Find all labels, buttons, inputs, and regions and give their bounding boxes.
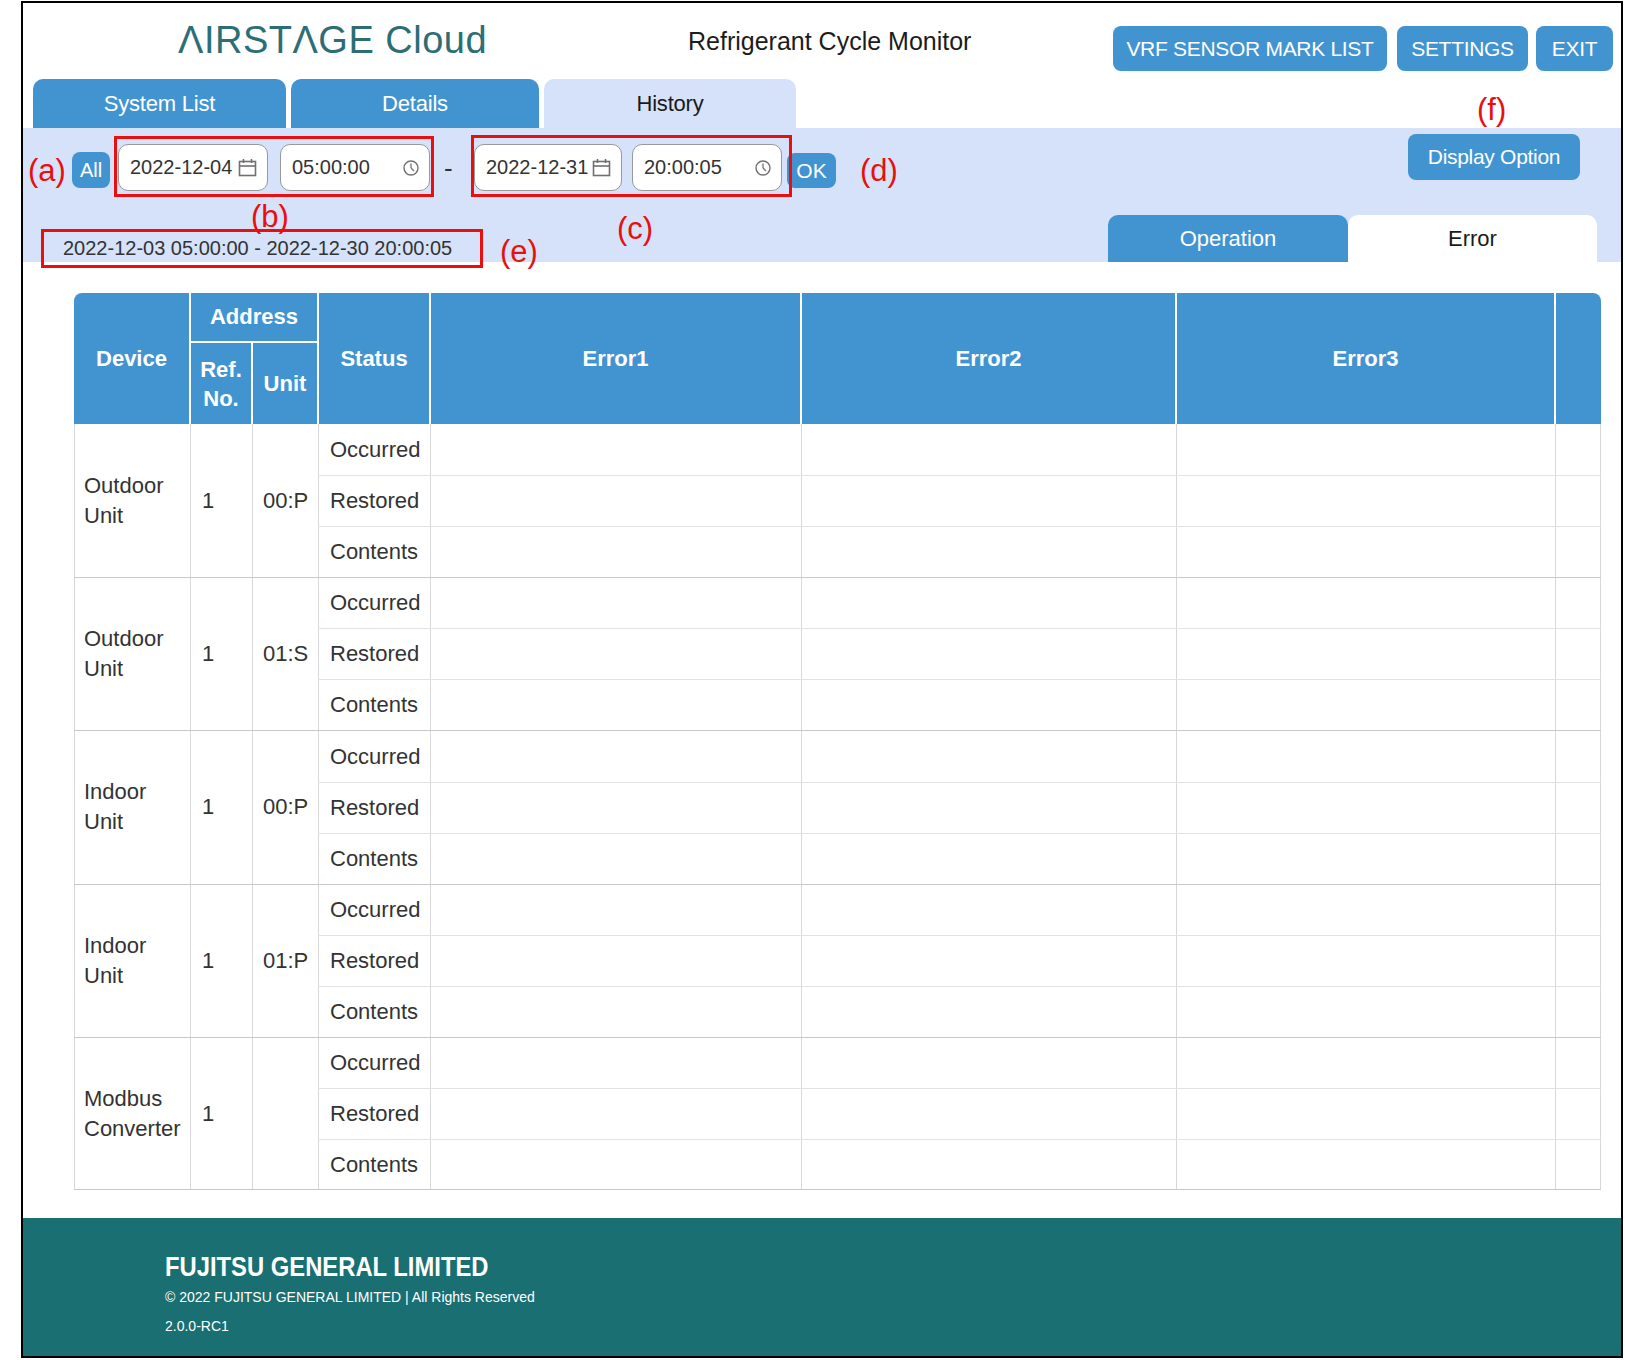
- status-occurred-label: Occurred: [330, 731, 420, 782]
- settings-button[interactable]: SETTINGS: [1397, 26, 1528, 71]
- subtab-operation[interactable]: Operation: [1108, 215, 1348, 262]
- unit-cell: 00:P: [263, 424, 308, 577]
- grid-line: [74, 1189, 1601, 1190]
- status-restored-label: Restored: [330, 628, 419, 679]
- grid-line: [252, 424, 253, 1190]
- grid-line: [430, 424, 431, 1190]
- col-header-status: Status: [319, 293, 429, 424]
- col-header-unit: Unit: [253, 343, 317, 424]
- vrf-sensor-mark-list-button[interactable]: VRF SENSOR MARK LIST: [1113, 26, 1387, 71]
- status-occurred-label: Occurred: [330, 884, 420, 935]
- status-occurred-label: Occurred: [330, 424, 420, 475]
- ref-no-cell: 1: [202, 577, 214, 730]
- status-contents-label: Contents: [330, 986, 418, 1037]
- device-cell: Indoor Unit: [84, 884, 146, 1037]
- status-contents-label: Contents: [330, 679, 418, 730]
- annotation-box-b: [114, 136, 434, 197]
- status-restored-label: Restored: [330, 1088, 419, 1139]
- grid-line: [318, 1139, 1601, 1140]
- unit-cell: 00:P: [263, 730, 308, 883]
- grid-line: [318, 424, 319, 1190]
- col-header-blank: [1556, 293, 1601, 424]
- tab-system-list[interactable]: System List: [33, 79, 286, 128]
- annotation-label-b: (b): [251, 199, 289, 235]
- grid-line: [318, 526, 1601, 527]
- col-header-error1: Error1: [431, 293, 800, 424]
- annotation-label-e: (e): [500, 234, 538, 270]
- device-cell: Outdoor Unit: [84, 424, 164, 577]
- ok-button[interactable]: OK: [787, 153, 836, 188]
- display-option-button[interactable]: Display Option: [1408, 134, 1580, 180]
- device-cell: Indoor Unit: [84, 730, 146, 883]
- history-error-table: Outdoor Unit 1 00:P Occurred Restored Co…: [74, 424, 1601, 1190]
- grid-line: [318, 475, 1601, 476]
- grid-line: [318, 628, 1601, 629]
- device-cell: Outdoor Unit: [84, 577, 164, 730]
- grid-line: [318, 1088, 1601, 1089]
- ref-no-cell: 1: [202, 730, 214, 883]
- status-occurred-label: Occurred: [330, 577, 420, 628]
- status-occurred-label: Occurred: [330, 1037, 420, 1088]
- grid-line: [74, 424, 75, 1190]
- status-restored-label: Restored: [330, 782, 419, 833]
- annotation-label-f: (f): [1477, 92, 1506, 128]
- annotation-label-c: (c): [617, 211, 653, 247]
- grid-line: [318, 679, 1601, 680]
- tab-details[interactable]: Details: [291, 79, 539, 128]
- exit-button[interactable]: EXIT: [1536, 26, 1613, 71]
- footer: [23, 1218, 1621, 1356]
- ref-no-cell: 1: [202, 884, 214, 1037]
- grid-line: [318, 782, 1601, 783]
- col-header-address: Address: [191, 293, 317, 341]
- col-header-error2: Error2: [802, 293, 1175, 424]
- col-header-device: Device: [74, 293, 189, 424]
- status-contents-label: Contents: [330, 526, 418, 577]
- unit-cell: 01:S: [263, 577, 308, 730]
- grid-line: [1600, 424, 1601, 1190]
- tab-history[interactable]: History: [544, 79, 796, 128]
- subtab-error[interactable]: Error: [1348, 215, 1597, 262]
- unit-cell: 01:P: [263, 884, 308, 1037]
- grid-line: [318, 935, 1601, 936]
- range-separator: -: [444, 153, 453, 184]
- annotation-label-d: (d): [860, 153, 898, 189]
- page-title: Refrigerant Cycle Monitor: [688, 27, 971, 56]
- grid-line: [1176, 424, 1177, 1190]
- status-contents-label: Contents: [330, 833, 418, 884]
- annotation-label-a: (a): [28, 153, 66, 189]
- col-header-ref-no: Ref. No.: [191, 343, 251, 424]
- grid-line: [74, 1037, 1601, 1038]
- grid-line: [190, 424, 191, 1190]
- status-restored-label: Restored: [330, 475, 419, 526]
- footer-copyright: © 2022 FUJITSU GENERAL LIMITED | All Rig…: [165, 1289, 535, 1305]
- airstage-cloud-logo: ΛIRSTΛGE Cloud: [178, 19, 487, 62]
- annotation-box-c: [471, 135, 792, 197]
- status-restored-label: Restored: [330, 935, 419, 986]
- grid-line: [801, 424, 802, 1190]
- grid-line: [318, 986, 1601, 987]
- footer-company: FUJITSU GENERAL LIMITED: [165, 1251, 489, 1283]
- col-header-error3: Error3: [1177, 293, 1554, 424]
- all-button[interactable]: All: [72, 152, 110, 188]
- ref-no-cell: 1: [202, 1037, 214, 1190]
- ref-no-cell: 1: [202, 424, 214, 577]
- status-contents-label: Contents: [330, 1139, 418, 1190]
- grid-line: [318, 833, 1601, 834]
- footer-version: 2.0.0-RC1: [165, 1318, 229, 1334]
- grid-line: [1555, 424, 1556, 1190]
- device-cell: Modbus Converter: [84, 1037, 181, 1190]
